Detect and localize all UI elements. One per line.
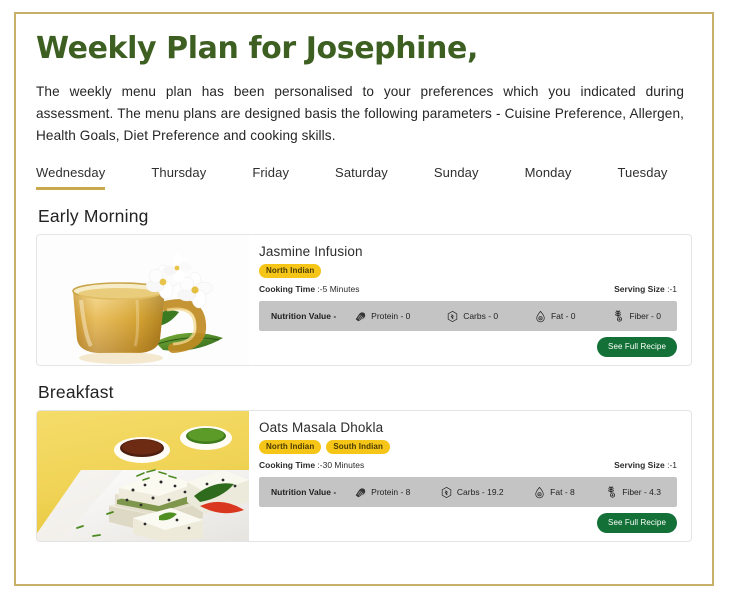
day-tab-wednesday[interactable]: Wednesday [36,165,106,190]
cuisine-tag: North Indian [259,263,322,279]
cuisine-tags: North Indian South Indian [259,439,677,455]
fiber-icon [604,485,618,499]
day-tab-sunday[interactable]: Sunday [434,165,479,190]
nutrition-value-text: Fiber - 4.3 [622,487,661,498]
cooking-time: Cooking Time :-30 Minutes [259,460,364,470]
carbs-icon [446,310,459,323]
recipe-name: Oats Masala Dhokla [259,419,384,435]
nutrition-bar: Nutrition Value - Protein - 8 Carbs - 19… [259,477,677,508]
serving-size: Serving Size :-1 [614,460,677,470]
nutrition-item: Fiber - 0 [611,309,661,323]
recipe-image [37,234,249,365]
serving-size-value: :-1 [667,460,677,471]
nutrition-item: Fiber - 4.3 [604,485,661,499]
day-tabs: Wednesday Thursday Friday Saturday Sunday Mon… [36,165,692,190]
nutrition-value-text: Fat - 0 [550,311,576,322]
plan-frame: Weekly Plan for Josephine, The weekly me… [14,12,714,586]
protein-icon [354,310,367,323]
meal-section: Early Morning Jasmine Infusion North Ind… [36,206,692,366]
recipe-actions: See Full Recipe [259,513,677,534]
recipe-card[interactable]: Jasmine Infusion North Indian Cooking Ti… [36,233,692,366]
see-full-recipe-button[interactable]: See Full Recipe [597,337,677,358]
meal-section-title: Early Morning [38,205,149,226]
recipe-meta: Cooking Time :-5 Minutes Serving Size :-… [259,284,677,294]
meal-section-title: Breakfast [38,381,114,402]
serving-size-label: Serving Size [614,460,665,471]
fat-icon: FAT [533,486,546,499]
see-full-recipe-button[interactable]: See Full Recipe [597,513,677,534]
nutrition-label: Nutrition Value - [271,487,337,498]
nutrition-item: Protein - 8 [354,486,410,499]
nutrition-items: Protein - 8 Carbs - 19.2 FAT Fat - 8 Fib… [354,485,665,499]
nutrition-label: Nutrition Value - [271,311,337,322]
nutrition-item: Protein - 0 [354,310,410,323]
nutrition-value-text: Protein - 0 [371,311,411,322]
recipe-meta: Cooking Time :-30 Minutes Serving Size :… [259,460,677,470]
nutrition-item: Carbs - 19.2 [440,486,504,499]
nutrition-value-text: Carbs - 19.2 [456,487,504,498]
nutrition-item: Carbs - 0 [446,310,498,323]
fiber-icon [611,309,625,323]
nutrition-value-text: Protein - 8 [371,487,411,498]
nutrition-value-text: Fiber - 0 [629,311,661,322]
recipe-name: Jasmine Infusion [259,243,363,259]
fat-icon: FAT [534,310,547,323]
cuisine-tag: South Indian [326,439,390,455]
nutrition-value-text: Fat - 8 [550,487,575,498]
page-title: Weekly Plan for Josephine, [36,31,478,66]
protein-icon [354,486,367,499]
day-tab-friday[interactable]: Friday [252,165,289,190]
cuisine-tag: North Indian [259,439,322,455]
serving-size-value: :-1 [667,284,677,295]
serving-size-label: Serving Size [614,284,665,295]
cooking-time-label: Cooking Time [259,284,316,295]
day-tab-tuesday[interactable]: Tuesday [617,165,667,190]
recipe-image [37,410,249,541]
cooking-time: Cooking Time :-5 Minutes [259,284,359,294]
recipe-card[interactable]: Oats Masala Dhokla North Indian South Ind… [36,409,692,542]
cuisine-tags: North Indian [259,263,677,279]
day-tab-thursday[interactable]: Thursday [151,165,206,190]
recipe-actions: See Full Recipe [259,337,677,358]
meal-sections: Early Morning Jasmine Infusion North Ind… [36,206,692,542]
intro-paragraph: The weekly menu plan has been personalis… [36,83,684,143]
day-tab-monday[interactable]: Monday [525,165,572,190]
nutrition-item: FAT Fat - 8 [533,486,575,499]
nutrition-value-text: Carbs - 0 [463,311,499,322]
serving-size: Serving Size :-1 [614,284,677,294]
recipe-details: Oats Masala Dhokla North Indian South Ind… [249,411,691,541]
day-tab-saturday[interactable]: Saturday [335,165,388,190]
cooking-time-value: :-30 Minutes [317,460,365,471]
recipe-details: Jasmine Infusion North Indian Cooking Ti… [249,235,691,365]
meal-section: Breakfast Oats Masala Dhokla North India… [36,382,692,542]
nutrition-bar: Nutrition Value - Protein - 0 Carbs - 0 … [259,301,677,332]
nutrition-items: Protein - 0 Carbs - 0 FAT Fat - 0 Fiber … [354,309,665,323]
nutrition-item: FAT Fat - 0 [534,310,576,323]
cooking-time-label: Cooking Time [259,460,316,471]
carbs-icon [440,486,453,499]
cooking-time-value: :-5 Minutes [317,284,360,295]
